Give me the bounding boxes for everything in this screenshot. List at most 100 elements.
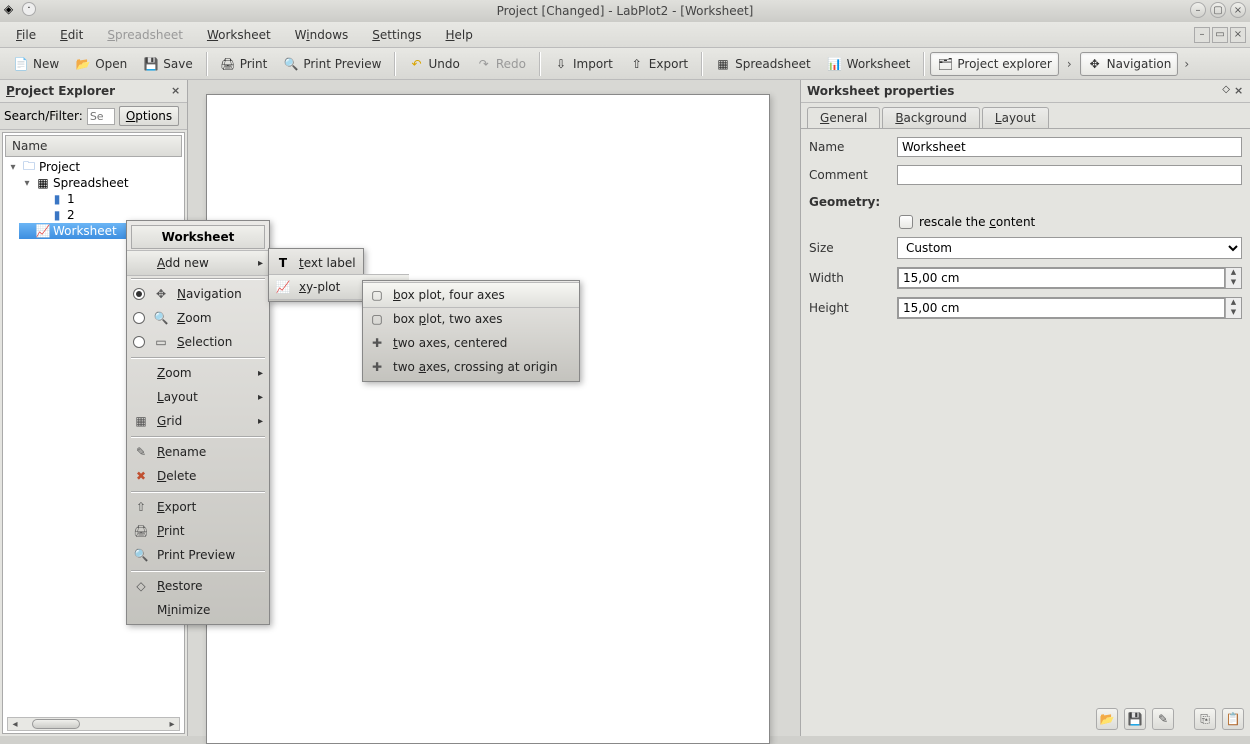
copy-button[interactable]: ⎘ <box>1194 708 1216 730</box>
ctx-zoom-mode[interactable]: 🔍Zoom <box>127 306 269 330</box>
search-input[interactable] <box>87 108 115 125</box>
rescale-label: rescale the content <box>919 215 1035 229</box>
tree-node-spreadsheet[interactable]: ▾ ▦ Spreadsheet <box>19 175 182 191</box>
spin-up-icon[interactable]: ▲ <box>1226 298 1241 308</box>
window-titlebar: ◈ · Project [Changed] - LabPlot2 - [Work… <box>0 0 1250 22</box>
height-input[interactable] <box>898 298 1225 318</box>
rescale-checkbox[interactable] <box>899 215 913 229</box>
save-button[interactable]: 💾Save <box>136 52 199 76</box>
comment-input[interactable] <box>897 165 1242 185</box>
ctx-layout-submenu[interactable]: Layout▸ <box>127 385 269 409</box>
ctx-text-label[interactable]: Ttext label <box>269 251 409 275</box>
menu-edit[interactable]: Edit <box>50 25 93 45</box>
import-button[interactable]: ⇩Import <box>546 52 620 76</box>
scroll-left-icon[interactable]: ◂ <box>8 719 22 730</box>
ctx-box-plot-four-axes[interactable]: ▢box plot, four axes <box>363 282 579 308</box>
add-worksheet-button[interactable]: 📊Worksheet <box>820 52 918 76</box>
mdi-restore-icon[interactable]: ▭ <box>1212 27 1228 43</box>
tab-layout[interactable]: Layout <box>982 107 1049 128</box>
tree-column-name[interactable]: Name <box>5 135 182 157</box>
expand-icon[interactable]: ▾ <box>21 178 33 189</box>
export-icon: ⇧ <box>629 56 645 72</box>
toolbar-overflow-icon-2[interactable]: › <box>1180 57 1193 71</box>
panel-float-icon[interactable]: ◇ <box>1222 84 1230 95</box>
new-button[interactable]: 📄New <box>6 52 66 76</box>
menu-windows[interactable]: Windows <box>285 25 359 45</box>
worksheet-canvas[interactable] <box>206 94 770 744</box>
ctx-add-new[interactable]: Add new▸ <box>127 250 269 276</box>
close-icon[interactable]: × <box>1230 2 1246 18</box>
menu-settings[interactable]: Settings <box>362 25 431 45</box>
minimize-icon[interactable]: – <box>1190 2 1206 18</box>
mdi-close-icon[interactable]: × <box>1230 27 1246 43</box>
ctx-two-axes-crossing[interactable]: ✚two axes, crossing at origin <box>363 355 579 379</box>
spin-down-icon[interactable]: ▼ <box>1226 308 1241 318</box>
open-button[interactable]: 📂Open <box>68 52 134 76</box>
tree-node-project[interactable]: ▾ 🗀 Project <box>5 159 182 175</box>
ctx-minimize[interactable]: Minimize <box>127 598 269 622</box>
scrollbar-thumb[interactable] <box>32 719 80 729</box>
search-filter-label: Search/Filter: <box>4 109 83 123</box>
menu-file[interactable]: FFileile <box>6 25 46 45</box>
xy-plot-submenu: ▢box plot, four axes ▢box plot, two axes… <box>362 280 580 382</box>
print-button[interactable]: 🖨Print <box>213 52 275 76</box>
tab-general[interactable]: General <box>807 107 880 129</box>
open-template-button[interactable]: 📂 <box>1096 708 1118 730</box>
panel-close-icon[interactable]: × <box>1234 84 1246 96</box>
ctx-two-axes-centered[interactable]: ✚two axes, centered <box>363 331 579 355</box>
navigation-toggle[interactable]: ✥Navigation <box>1080 52 1179 76</box>
ctx-navigation[interactable]: ✥Navigation <box>127 282 269 306</box>
print-icon: 🖨 <box>220 56 236 72</box>
menu-help[interactable]: Help <box>436 25 483 45</box>
ctx-restore[interactable]: ◇Restore <box>127 574 269 598</box>
mdi-minimize-icon[interactable]: – <box>1194 27 1210 43</box>
tree-node-column-1[interactable]: ▮ 1 <box>47 191 182 207</box>
ctx-print[interactable]: 🖨Print <box>127 519 269 543</box>
project-explorer-header: Project Explorer × <box>0 80 187 103</box>
context-menu-title: Worksheet <box>131 225 265 249</box>
redo-icon: ↷ <box>476 56 492 72</box>
panel-close-icon[interactable]: × <box>171 84 183 96</box>
ctx-rename[interactable]: ✎Rename <box>127 440 269 464</box>
width-label: Width <box>809 271 889 285</box>
scroll-right-icon[interactable]: ▸ <box>165 719 179 730</box>
paste-button[interactable]: 📋 <box>1222 708 1244 730</box>
height-label: Height <box>809 301 889 315</box>
tab-background[interactable]: Background <box>882 107 980 128</box>
comment-label: Comment <box>809 168 889 182</box>
radio-off-icon <box>133 312 145 324</box>
ctx-selection[interactable]: ▭Selection <box>127 330 269 354</box>
project-explorer-toggle[interactable]: 🗂Project explorer <box>930 52 1058 76</box>
menu-spreadsheet: Spreadsheet <box>97 25 193 45</box>
print-preview-button[interactable]: 🔍Print Preview <box>276 52 388 76</box>
export-button[interactable]: ⇧Export <box>622 52 695 76</box>
main-toolbar: 📄New 📂Open 💾Save 🖨Print 🔍Print Preview ↶… <box>0 48 1250 80</box>
add-spreadsheet-button[interactable]: ▦Spreadsheet <box>708 52 818 76</box>
menu-icon[interactable]: · <box>22 2 36 16</box>
navigation-icon: ✥ <box>1087 56 1103 72</box>
undo-button[interactable]: ↶Undo <box>401 52 466 76</box>
ctx-delete[interactable]: ✖Delete <box>127 464 269 488</box>
ctx-zoom-submenu[interactable]: Zoom▸ <box>127 361 269 385</box>
spin-up-icon[interactable]: ▲ <box>1226 268 1241 278</box>
options-button[interactable]: Options <box>119 106 179 126</box>
name-label: Name <box>809 140 889 154</box>
toolbar-overflow-icon[interactable]: › <box>1061 57 1078 71</box>
expand-icon[interactable]: ▾ <box>7 162 19 173</box>
menubar: FFileile Edit Spreadsheet Worksheet Wind… <box>0 22 1250 48</box>
maximize-icon[interactable]: ▢ <box>1210 2 1226 18</box>
save-template-button[interactable]: 💾 <box>1124 708 1146 730</box>
size-select[interactable]: Custom <box>897 237 1242 259</box>
tree-horizontal-scrollbar[interactable]: ◂ ▸ <box>7 717 180 731</box>
ctx-grid-submenu[interactable]: ▦Grid▸ <box>127 409 269 433</box>
edit-button[interactable]: ✎ <box>1152 708 1174 730</box>
spin-down-icon[interactable]: ▼ <box>1226 278 1241 288</box>
ctx-export[interactable]: ⇧Export <box>127 495 269 519</box>
radio-off-icon <box>133 336 145 348</box>
name-input[interactable] <box>897 137 1242 157</box>
width-input[interactable] <box>898 268 1225 288</box>
ctx-box-plot-two-axes[interactable]: ▢box plot, two axes <box>363 307 579 331</box>
menu-worksheet[interactable]: Worksheet <box>197 25 281 45</box>
geometry-section-label: Geometry: <box>801 189 1250 211</box>
ctx-print-preview[interactable]: 🔍Print Preview <box>127 543 269 567</box>
